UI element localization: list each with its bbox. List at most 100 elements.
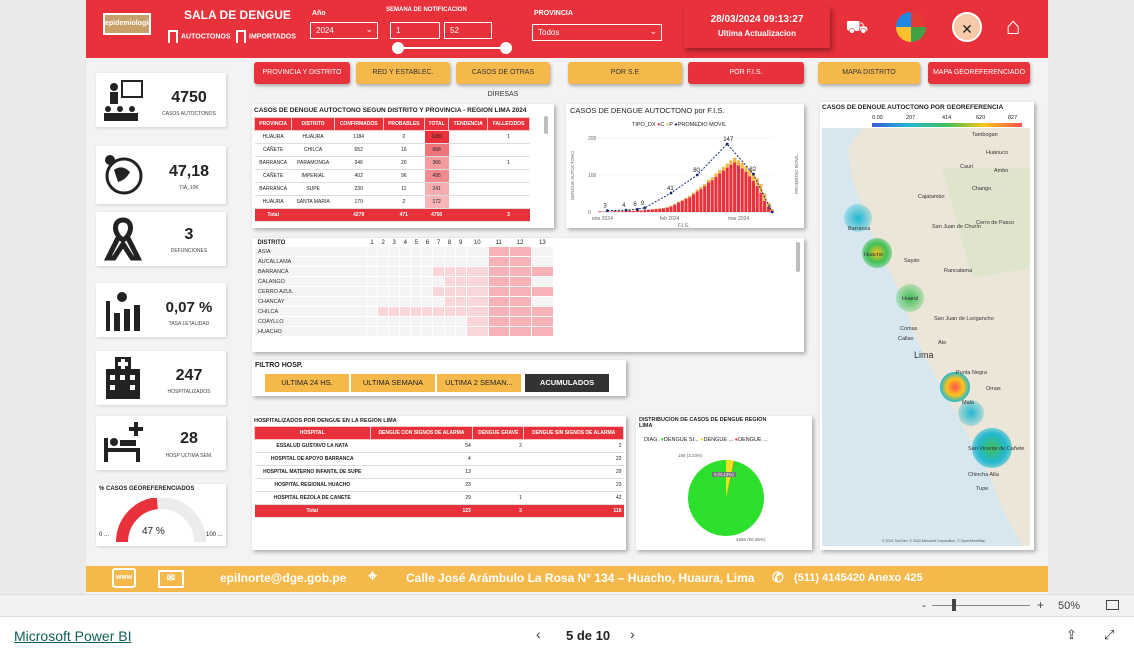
heatmap-row[interactable]: CHILCA bbox=[254, 306, 555, 317]
zoom-in-button[interactable]: + bbox=[1037, 598, 1044, 612]
mosquito-icon[interactable]: ✕ bbox=[952, 12, 982, 42]
table-row[interactable]: CAÑETE CHILCA 652 16 668 bbox=[254, 143, 530, 157]
x-axis-label: F.I.S. bbox=[678, 223, 689, 228]
nav-red-establec-button[interactable]: RED Y ESTABLEC. bbox=[356, 62, 450, 84]
year-select[interactable]: 2024 ⌄ bbox=[310, 22, 378, 39]
table-row[interactable]: HOSPITAL DE APOYO BARRANCA 4 22 bbox=[254, 452, 624, 466]
heatmap-row[interactable]: HUACHO bbox=[254, 326, 555, 337]
heatmap-row[interactable]: CERRO AZUL bbox=[254, 286, 555, 297]
fit-page-icon[interactable] bbox=[1106, 600, 1119, 610]
table-row[interactable]: BARRANCA SUPE 230 11 241 bbox=[254, 182, 530, 196]
nav-mapa-georeferenciado-button[interactable]: MAPA GEOREFERENCIADO bbox=[928, 62, 1030, 84]
table-row[interactable]: ESSALUD GUSTAVO LA NATA 54 2 2 bbox=[254, 439, 624, 453]
heatmap-row[interactable]: CALANGO bbox=[254, 276, 555, 287]
kpi-casos-label: CASOS AUTOCTONOS bbox=[162, 111, 216, 117]
heatmap-row[interactable]: COAYLLO bbox=[254, 316, 555, 327]
map-place-label: Chango bbox=[972, 186, 992, 192]
globe-icon[interactable] bbox=[896, 12, 926, 42]
heatmap-row[interactable]: ASIA bbox=[254, 246, 555, 257]
heatmap-cell bbox=[465, 326, 489, 337]
heatmap-row[interactable]: BARRANCA bbox=[254, 266, 555, 277]
hosp-col-header[interactable]: DENGUE SIN SIGNOS DE ALARMA bbox=[523, 426, 624, 440]
heatmap-row[interactable]: AUCALLAMA bbox=[254, 256, 555, 267]
filter-2-semanas-button[interactable]: ULTIMA 2 SEMAN... bbox=[437, 374, 521, 392]
province-select[interactable]: Todos ⌄ bbox=[532, 24, 662, 41]
footer-email[interactable]: epilnorte@dge.gob.pe bbox=[220, 571, 346, 585]
nav-por-fis-button[interactable]: POR F.I.S. bbox=[688, 62, 804, 84]
table-row[interactable]: HOSPITAL REGIONAL HUACHO 23 23 bbox=[254, 478, 624, 492]
heatmap-row[interactable]: CHANCAY bbox=[254, 296, 555, 307]
map-area[interactable]: Tambogan Huánuco Cauri Ambo Chango Cajatambo C… bbox=[822, 128, 1030, 546]
prev-page-icon[interactable]: ‹ bbox=[536, 626, 541, 642]
map-place-label: Sayán bbox=[904, 258, 920, 264]
table-row[interactable]: HOSPITAL MATERNO INFANTIL DE SUPE 13 29 bbox=[254, 465, 624, 479]
heatmap-cell bbox=[508, 276, 532, 287]
cases-col-header[interactable]: PROBABLES bbox=[382, 117, 426, 131]
table-row[interactable]: CAÑETE IMPERIAL 402 96 495 bbox=[254, 169, 530, 183]
heatmap-cell bbox=[454, 326, 467, 337]
table-cell: CAÑETE bbox=[254, 143, 292, 157]
hosp-col-header[interactable]: DENGUE CON SIGNOS DE ALARMA bbox=[369, 426, 474, 440]
zoom-slider-handle[interactable] bbox=[952, 599, 956, 611]
week-slider-start-handle[interactable] bbox=[392, 42, 404, 54]
heatmap-cell bbox=[399, 326, 412, 337]
pie-legend-2: DENGUE ... bbox=[703, 437, 734, 443]
hosp-col-header[interactable]: DENGUE GRAVE bbox=[472, 426, 525, 440]
cases-col-header[interactable]: PROVINCIA bbox=[253, 117, 293, 131]
kpi-hospitalizados-label: HOSPITALIZADOS bbox=[167, 389, 211, 395]
cases-col-header[interactable]: TOTAL bbox=[424, 117, 450, 131]
chevron-down-icon: ⌄ bbox=[365, 24, 373, 34]
table-row[interactable]: HUAURA SANTA MARIA 170 2 172 bbox=[254, 195, 530, 209]
table-row[interactable]: BARRANCA PARAMONGA 346 20 366 1 bbox=[254, 156, 530, 170]
clear-filters-icon[interactable]: ⛟ bbox=[842, 12, 872, 42]
zoom-out-button[interactable]: - bbox=[922, 598, 926, 612]
powerbi-link[interactable]: Microsoft Power BI bbox=[14, 628, 131, 644]
cases-col-header[interactable]: DISTRITO bbox=[291, 117, 335, 131]
table-cell bbox=[487, 143, 530, 157]
heatmap-cell bbox=[377, 316, 390, 327]
autoctonos-toggle[interactable]: AUTOCTONOS bbox=[168, 30, 231, 43]
heatmap-cell bbox=[388, 256, 401, 267]
hosp-col-header[interactable]: HOSPITAL bbox=[254, 426, 371, 440]
cases-col-header[interactable]: TENDENCIA bbox=[448, 117, 489, 131]
hosp-table-card: HOSPITALIZADOS POR DENGUE EN LA REGION L… bbox=[252, 416, 626, 550]
map-place-label: Lima bbox=[914, 350, 934, 360]
heatmap-cell bbox=[487, 256, 510, 267]
heatmap-scrollbar[interactable] bbox=[796, 242, 800, 272]
nav-mapa-distrito-button[interactable]: MAPA DISTRITO bbox=[818, 62, 920, 84]
y-tick-label: 100 bbox=[588, 173, 597, 179]
cases-col-header[interactable]: CONFIRMADOS bbox=[333, 117, 384, 131]
home-icon[interactable]: ⌂ bbox=[998, 12, 1028, 42]
table-row[interactable]: HUAURA HUAURA 1184 2 1186 1 bbox=[254, 130, 530, 144]
nav-otras-diresas-button[interactable]: CASOS DE OTRAS DIRESAS bbox=[456, 62, 550, 98]
web-icon: www bbox=[112, 568, 136, 588]
trend-sparkline bbox=[448, 195, 488, 209]
next-page-icon[interactable]: › bbox=[630, 626, 635, 642]
week-label: SEMANA DE NOTIFICACION bbox=[386, 7, 467, 13]
table-row[interactable]: HOSPITAL REZOLA DE CANETE 29 1 42 bbox=[254, 491, 624, 505]
week-from-input[interactable]: 1 bbox=[390, 22, 440, 39]
pie-chart bbox=[688, 460, 764, 536]
week-slider-end-handle[interactable] bbox=[500, 42, 512, 54]
filter-acumulados-button[interactable]: ACUMULADOS bbox=[525, 374, 609, 392]
heatmap-cell bbox=[410, 246, 423, 257]
bar-c bbox=[733, 162, 737, 212]
map-place-label: Huaral bbox=[902, 296, 919, 302]
nav-provincia-distrito-button[interactable]: PROVINCIA Y DISTRITO bbox=[254, 62, 350, 84]
heatmap-cell bbox=[432, 286, 445, 297]
bar-c bbox=[695, 191, 699, 212]
filter-24h-button[interactable]: ULTIMA 24 HS. bbox=[265, 374, 349, 392]
cases-table-scrollbar[interactable] bbox=[544, 116, 548, 134]
bar-p bbox=[714, 173, 718, 177]
nav-por-se-button[interactable]: POR S.E bbox=[568, 62, 682, 84]
filter-semana-button[interactable]: ULTIMA SEMANA bbox=[351, 374, 435, 392]
week-to-input[interactable]: 52 bbox=[444, 22, 492, 39]
share-icon[interactable]: ⇪ bbox=[1066, 627, 1077, 643]
bar-c bbox=[661, 208, 666, 212]
cases-col-header[interactable]: FALLECIDOS bbox=[487, 117, 530, 131]
zoom-slider-track[interactable] bbox=[932, 605, 1030, 606]
heatmap-cell bbox=[487, 326, 510, 337]
importados-toggle[interactable]: IMPORTADOS bbox=[236, 30, 296, 43]
last-update-box: 28/03/2024 09:13:27 Ultima Actualizacion bbox=[684, 6, 830, 48]
fullscreen-icon[interactable]: ⤢ bbox=[1104, 627, 1114, 643]
